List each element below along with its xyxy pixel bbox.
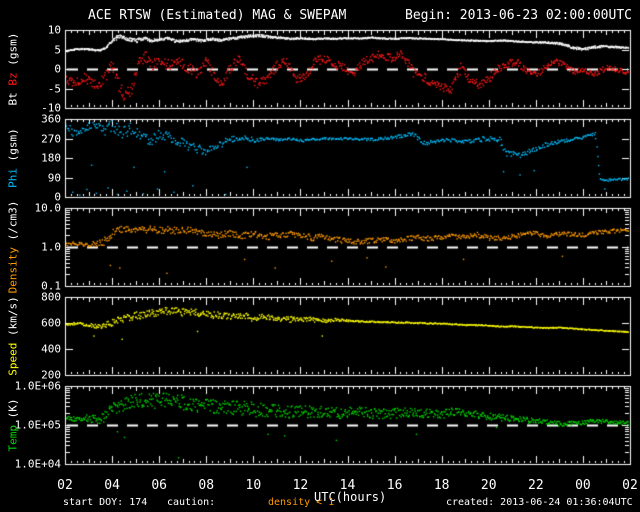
ylabel-part: Temp bbox=[6, 425, 20, 452]
ylabel-part: (/cm3) bbox=[6, 200, 20, 247]
panel-y-axis-label: Temp (K) bbox=[0, 386, 26, 464]
x-tick-label: 04 bbox=[104, 478, 120, 493]
x-tick-label: 08 bbox=[198, 478, 215, 493]
ace-rtsw-plot: ACE RTSW (Estimated) MAG & SWEPAM Begin:… bbox=[0, 0, 640, 512]
speed-ylabel-text: Speed (km/s) bbox=[6, 296, 20, 376]
density-warning-label: density < 1 bbox=[268, 497, 335, 508]
ylabel-part: (gsm) bbox=[6, 128, 20, 168]
x-tick-label: 20 bbox=[480, 478, 497, 493]
x-tick-label: 16 bbox=[386, 478, 403, 493]
begin-timestamp: Begin: 2013-06-23 02:00:00UTC bbox=[405, 8, 632, 23]
panel-y-axis-label: Bt Bz (gsm) bbox=[0, 30, 26, 108]
x-tick-label: 12 bbox=[292, 478, 309, 493]
caution-label: caution: bbox=[167, 497, 216, 508]
panel-y-axis-label: Speed (km/s) bbox=[0, 296, 26, 376]
plot-canvas bbox=[0, 0, 640, 512]
x-tick-label: 02 bbox=[57, 478, 73, 493]
phi-angle-ylabel-text: Phi (gsm) bbox=[6, 128, 20, 188]
x-tick-label: 02 bbox=[622, 478, 638, 493]
x-tick-label: 00 bbox=[575, 478, 591, 493]
start-doy-label: start DOY: 174 bbox=[63, 497, 148, 508]
magnetic-field-ylabel-text: Bt Bz (gsm) bbox=[6, 32, 20, 106]
ylabel-part: Bt bbox=[6, 92, 20, 106]
panel-y-axis-label: Density (/cm3) bbox=[0, 201, 26, 294]
ylabel-part: Speed bbox=[6, 342, 20, 376]
temperature-ylabel-text: Temp (K) bbox=[6, 398, 20, 452]
x-tick-label: 10 bbox=[245, 478, 262, 493]
ylabel-part: (km/s) bbox=[6, 296, 20, 343]
ylabel-part: Phi bbox=[6, 167, 20, 188]
created-timestamp: created: 2013-06-24 01:36:04UTC bbox=[446, 497, 633, 508]
ylabel-part: (K) bbox=[6, 398, 20, 425]
x-tick-label: 18 bbox=[433, 478, 450, 493]
ylabel-part: (gsm) bbox=[6, 32, 20, 73]
plot-title: ACE RTSW (Estimated) MAG & SWEPAM bbox=[88, 8, 347, 23]
x-tick-label: 22 bbox=[528, 478, 544, 493]
ylabel-part: Bz bbox=[6, 72, 20, 93]
panel-y-axis-label: Phi (gsm) bbox=[0, 119, 26, 197]
ylabel-part: Density bbox=[6, 247, 20, 294]
density-ylabel-text: Density (/cm3) bbox=[6, 200, 20, 294]
x-tick-label: 06 bbox=[151, 478, 167, 493]
